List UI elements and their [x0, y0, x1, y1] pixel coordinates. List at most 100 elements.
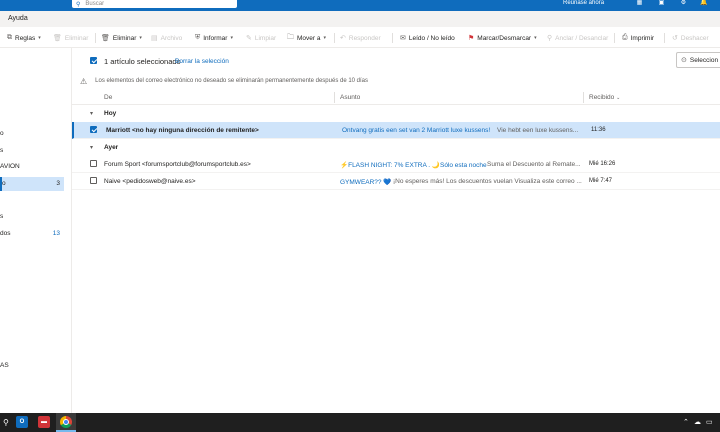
reply-button[interactable]: ↶ Responder	[340, 33, 381, 43]
select-icon: ⊙	[681, 57, 687, 64]
app-icon[interactable]: ▬	[38, 416, 50, 428]
shield-icon: ⛨	[195, 34, 201, 41]
search-placeholder: Buscar	[85, 1, 105, 7]
delete-button[interactable]: 🗑 Eliminar ▾	[101, 33, 142, 43]
clear-selection-link[interactable]: Borrar la selección	[175, 58, 229, 65]
print-button[interactable]: ⎙ Imprimir	[622, 33, 654, 43]
archive-button[interactable]: ▤ Archivo	[151, 33, 182, 43]
message-time: Mié 16:26	[589, 161, 616, 167]
broom-icon: ✎	[246, 35, 252, 42]
chevron-down-icon: ▾	[230, 35, 233, 41]
message-from: Naive <pedidosweb@naive.es>	[104, 178, 196, 185]
message-subject: GYMWEAR?? 💙	[340, 179, 392, 186]
printer-icon: ⎙	[622, 34, 628, 41]
chevron-down-icon: ▾	[38, 35, 41, 41]
message-from: Forum Sport <forumsportclub@forumsportcl…	[104, 161, 251, 168]
apps-icon[interactable]: ▦	[636, 0, 643, 6]
collapse-icon: ▾	[90, 145, 94, 151]
undo-icon: ↺	[672, 35, 678, 42]
folder-item[interactable]: s	[0, 144, 64, 158]
message-row[interactable]: Marriott <no hay ninguna dirección de re…	[72, 122, 720, 139]
message-preview: Vie hebt een luxe kussens...	[497, 127, 579, 134]
message-subject: ⚡FLASH NIGHT: 7% EXTRA . 🌙Sólo esta noch…	[340, 162, 487, 169]
divider	[95, 33, 96, 43]
cloud-icon[interactable]: ☁	[694, 418, 701, 426]
folder-item[interactable]: o	[0, 127, 64, 141]
divider	[334, 33, 335, 43]
column-headers: De Asunto Recibido ⌄	[72, 90, 720, 105]
folder-item[interactable]: AS	[0, 359, 64, 373]
message-subject: Ontvang gratis een set van 2 Marriott lu…	[342, 127, 491, 134]
notifications-icon[interactable]: 🔔	[700, 0, 707, 6]
undo-button[interactable]: ↺ Deshacer	[672, 33, 709, 43]
move-to-button[interactable]: 🗀 Mover a ▾	[287, 33, 326, 43]
pin-button[interactable]: ⚲ Anclar / Desanclar	[547, 33, 608, 43]
report-button[interactable]: ⛨ Informar ▾	[195, 33, 233, 43]
tab-row: Ayuda	[0, 11, 720, 27]
row-checkbox[interactable]	[90, 126, 97, 133]
chrome-taskbar-button[interactable]	[56, 413, 76, 432]
rules-button[interactable]: ⧉ Reglas ▾	[7, 33, 41, 43]
column-from[interactable]: De	[104, 94, 112, 101]
message-preview: Suma el Descuento al Remate...	[487, 161, 581, 168]
flag-icon: ⚑	[468, 35, 475, 42]
search-input[interactable]: ⚲ Buscar	[72, 0, 237, 8]
read-unread-button[interactable]: ✉ Leído / No leído	[400, 33, 455, 43]
meet-now-label[interactable]: Reúnase ahora	[563, 0, 604, 6]
search-icon[interactable]: ⚲	[3, 418, 9, 427]
sort-down-icon: ⌄	[616, 95, 621, 101]
folder-item-junk[interactable]: o 3	[0, 177, 64, 191]
message-row[interactable]: Forum Sport <forumsportclub@forumsportcl…	[72, 156, 720, 173]
row-checkbox[interactable]	[90, 160, 97, 167]
message-time: 11:36	[591, 127, 606, 133]
row-checkbox[interactable]	[90, 177, 97, 184]
reply-icon: ↶	[340, 35, 346, 42]
outlook-icon[interactable]: O	[16, 416, 28, 428]
collapse-icon: ▾	[90, 111, 94, 117]
folder-move-icon: 🗀	[287, 33, 294, 41]
folder-count: 13	[52, 230, 60, 237]
folder-item[interactable]: AVION	[0, 160, 64, 174]
junk-info-text: Los elementos del correo electrónico no …	[95, 78, 369, 84]
junk-info-bar: ⚠ Los elementos del correo electrónico n…	[80, 75, 720, 87]
tab-help[interactable]: Ayuda	[8, 15, 28, 22]
folder-item[interactable]: s	[0, 210, 64, 224]
empty-folder-button[interactable]: 🗑 Eliminar	[53, 33, 88, 43]
group-header[interactable]: ▾ Ayer	[72, 140, 720, 155]
message-preview: ¡No esperes más! Los descuentos vuelan V…	[393, 178, 582, 185]
chrome-icon	[60, 416, 72, 428]
message-row[interactable]: Naive <pedidosweb@naive.es> GYMWEAR?? 💙 …	[72, 173, 720, 190]
select-all-checkbox[interactable]	[90, 57, 97, 64]
settings-icon[interactable]: ⚙	[680, 0, 687, 6]
group-header[interactable]: ▾ Hoy	[72, 106, 720, 121]
taskbar: ⚲ O ▬ ⌃ ☁ ▭	[0, 413, 720, 432]
divider	[614, 33, 615, 43]
pin-icon: ⚲	[547, 35, 553, 42]
sweep-button[interactable]: ✎ Limpiar	[246, 33, 276, 43]
column-divider[interactable]	[334, 92, 335, 103]
message-from: Marriott <no hay ninguna dirección de re…	[106, 127, 259, 134]
select-button[interactable]: ⊙ Seleccion	[676, 52, 720, 68]
chevron-down-icon: ▾	[323, 35, 326, 41]
chevron-down-icon: ▾	[139, 35, 142, 41]
folder-pane: o s AVION o 3 s dos 13 AS	[0, 48, 72, 413]
divider	[664, 33, 665, 43]
trash-icon: 🗑	[101, 35, 110, 42]
top-header: ⚲ Buscar Reúnase ahora ▦ ▣ ⚙ 🔔	[0, 0, 720, 11]
ribbon-toolbar: ⧉ Reglas ▾ 🗑 Eliminar 🗑 Eliminar ▾ ▤ Arc…	[0, 27, 720, 48]
column-subject[interactable]: Asunto	[340, 94, 360, 101]
network-icon[interactable]: ▭	[706, 418, 713, 426]
rules-icon: ⧉	[7, 34, 12, 41]
selection-count: 1 artículo seleccionado	[104, 57, 181, 66]
flag-button[interactable]: ⚑ Marcar/Desmarcar ▾	[468, 33, 537, 43]
column-received[interactable]: Recibido ⌄	[589, 94, 620, 101]
archive-icon: ▤	[151, 35, 158, 42]
trash-icon: 🗑	[53, 35, 62, 42]
chevron-up-icon[interactable]: ⌃	[683, 418, 689, 426]
folder-item[interactable]: dos 13	[0, 227, 64, 241]
column-divider[interactable]	[583, 92, 584, 103]
warning-icon: ⚠	[80, 76, 88, 86]
teams-icon[interactable]: ▣	[658, 0, 665, 6]
chevron-down-icon: ▾	[534, 35, 537, 41]
search-icon: ⚲	[76, 1, 81, 8]
